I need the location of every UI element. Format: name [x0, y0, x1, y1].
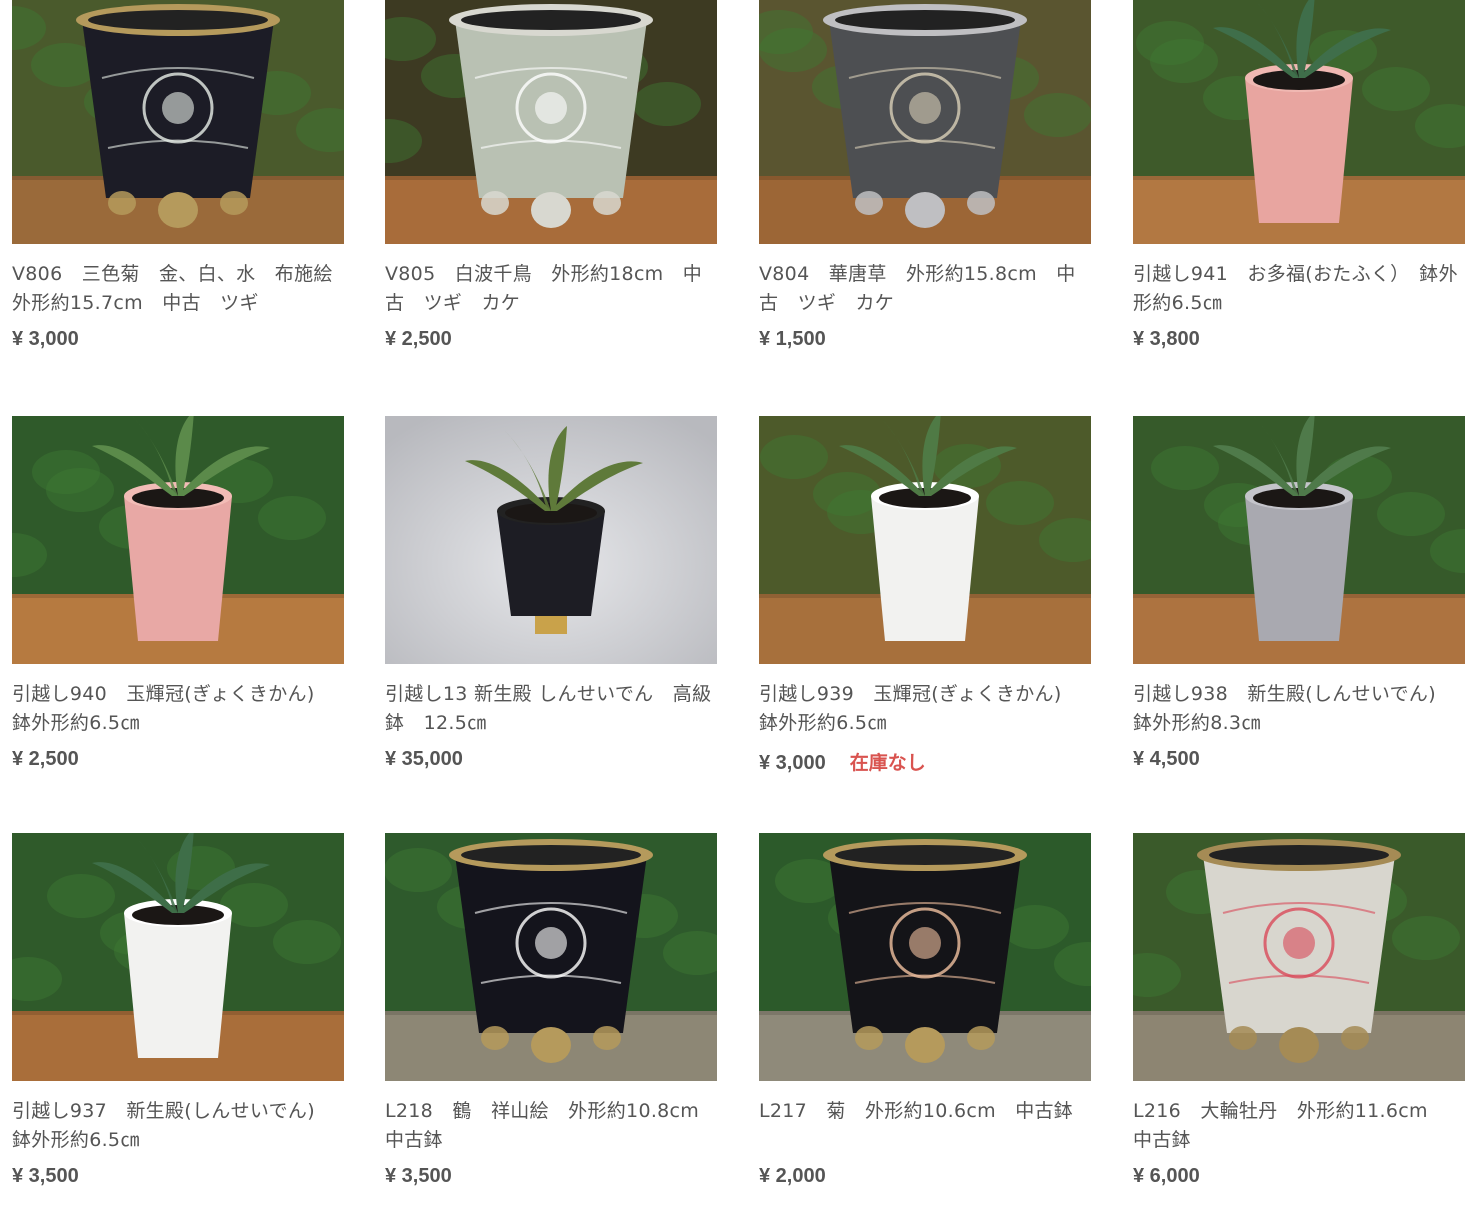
product-photo-svg: [385, 0, 717, 244]
sold-out-badge: 在庫なし: [849, 752, 926, 774]
product-grid: V806 三色菊 金、白、水 布施絵 外形約15.7cm 中古 ツギ ¥ 3,00…: [0, 0, 1479, 1219]
product-title[interactable]: 引越し937 新生殿(しんせいでん) 鉢外形約6.5㎝: [12, 1097, 344, 1155]
product-card[interactable]: 引越し13 新生殿 しんせいでん 高級鉢 12.5㎝ ¥ 35,000: [385, 416, 717, 776]
product-price: ¥ 1,500: [759, 328, 826, 350]
product-price: ¥ 4,500: [1133, 748, 1200, 770]
product-price-row: ¥ 2,500: [12, 748, 344, 776]
product-card[interactable]: V804 華唐草 外形約15.8cm 中古 ツギ カケ ¥ 1,500: [759, 0, 1091, 356]
product-title[interactable]: V806 三色菊 金、白、水 布施絵 外形約15.7cm 中古 ツギ: [12, 260, 344, 318]
product-title[interactable]: 引越し940 玉輝冠(ぎょくきかん) 鉢外形約6.5㎝: [12, 680, 344, 738]
product-price-row: ¥ 35,000: [385, 748, 717, 776]
product-title[interactable]: L216 大輪牡丹 外形約11.6cm 中古鉢: [1133, 1097, 1465, 1155]
product-price: ¥ 2,500: [12, 748, 79, 770]
product-card[interactable]: 引越し938 新生殿(しんせいでん) 鉢外形約8.3㎝ ¥ 4,500: [1133, 416, 1465, 776]
product-image[interactable]: [759, 0, 1091, 244]
product-image[interactable]: [12, 833, 344, 1081]
product-price: ¥ 6,000: [1133, 1165, 1200, 1187]
product-price: ¥ 3,500: [12, 1165, 79, 1187]
product-title[interactable]: L217 菊 外形約10.6cm 中古鉢: [759, 1097, 1091, 1155]
product-price: ¥ 3,000: [12, 328, 79, 350]
product-image[interactable]: [759, 416, 1091, 664]
product-price-row: ¥ 3,000: [12, 328, 344, 356]
product-image[interactable]: [1133, 833, 1465, 1081]
product-title[interactable]: 引越し939 玉輝冠(ぎょくきかん) 鉢外形約6.5㎝: [759, 680, 1091, 738]
product-price-row: ¥ 3,800: [1133, 328, 1465, 356]
product-photo-svg: [1133, 0, 1465, 244]
product-card[interactable]: 引越し939 玉輝冠(ぎょくきかん) 鉢外形約6.5㎝ ¥ 3,000 在庫なし: [759, 416, 1091, 776]
product-price: ¥ 3,500: [385, 1165, 452, 1187]
product-title[interactable]: 引越し13 新生殿 しんせいでん 高級鉢 12.5㎝: [385, 680, 717, 738]
product-card[interactable]: V806 三色菊 金、白、水 布施絵 外形約15.7cm 中古 ツギ ¥ 3,00…: [12, 0, 344, 356]
product-price-row: ¥ 3,500: [385, 1165, 717, 1193]
product-price: ¥ 3,000: [759, 752, 826, 774]
product-price-row: ¥ 2,000: [759, 1165, 1091, 1193]
product-price: ¥ 35,000: [385, 748, 463, 770]
product-photo-svg: [1133, 416, 1465, 664]
product-price-row: ¥ 2,500: [385, 328, 717, 356]
product-price-row: ¥ 3,000 在庫なし: [759, 748, 1091, 776]
product-photo-svg: [759, 0, 1091, 244]
product-image[interactable]: [385, 833, 717, 1081]
product-image[interactable]: [385, 0, 717, 244]
product-price: ¥ 2,000: [759, 1165, 826, 1187]
product-card[interactable]: 引越し941 お多福(おたふく） 鉢外形約6.5㎝ ¥ 3,800: [1133, 0, 1465, 356]
product-title[interactable]: 引越し938 新生殿(しんせいでん) 鉢外形約8.3㎝: [1133, 680, 1465, 738]
product-price-row: ¥ 6,000: [1133, 1165, 1465, 1193]
product-photo-svg: [385, 416, 717, 664]
product-photo-svg: [759, 416, 1091, 664]
product-image[interactable]: [385, 416, 717, 664]
product-photo-svg: [759, 833, 1091, 1081]
product-price: ¥ 3,800: [1133, 328, 1200, 350]
product-price-row: ¥ 4,500: [1133, 748, 1465, 776]
product-card[interactable]: L218 鶴 祥山絵 外形約10.8cm 中古鉢 ¥ 3,500: [385, 833, 717, 1193]
product-card[interactable]: 引越し940 玉輝冠(ぎょくきかん) 鉢外形約6.5㎝ ¥ 2,500: [12, 416, 344, 776]
product-card[interactable]: V805 白波千鳥 外形約18cm 中古 ツギ カケ ¥ 2,500: [385, 0, 717, 356]
product-price-row: ¥ 3,500: [12, 1165, 344, 1193]
product-image[interactable]: [1133, 0, 1465, 244]
product-title[interactable]: V804 華唐草 外形約15.8cm 中古 ツギ カケ: [759, 260, 1091, 318]
product-photo-svg: [12, 833, 344, 1081]
product-card[interactable]: L217 菊 外形約10.6cm 中古鉢 ¥ 2,000: [759, 833, 1091, 1193]
product-card[interactable]: L216 大輪牡丹 外形約11.6cm 中古鉢 ¥ 6,000: [1133, 833, 1465, 1193]
product-photo-svg: [1133, 833, 1465, 1081]
product-image[interactable]: [12, 416, 344, 664]
product-title[interactable]: 引越し941 お多福(おたふく） 鉢外形約6.5㎝: [1133, 260, 1465, 318]
product-title[interactable]: V805 白波千鳥 外形約18cm 中古 ツギ カケ: [385, 260, 717, 318]
product-price: ¥ 2,500: [385, 328, 452, 350]
product-price-row: ¥ 1,500: [759, 328, 1091, 356]
product-title[interactable]: L218 鶴 祥山絵 外形約10.8cm 中古鉢: [385, 1097, 717, 1155]
product-photo-svg: [385, 833, 717, 1081]
product-image[interactable]: [12, 0, 344, 244]
product-photo-svg: [12, 416, 344, 664]
product-photo-svg: [12, 0, 344, 244]
product-image[interactable]: [759, 833, 1091, 1081]
product-card[interactable]: 引越し937 新生殿(しんせいでん) 鉢外形約6.5㎝ ¥ 3,500: [12, 833, 344, 1193]
product-image[interactable]: [1133, 416, 1465, 664]
